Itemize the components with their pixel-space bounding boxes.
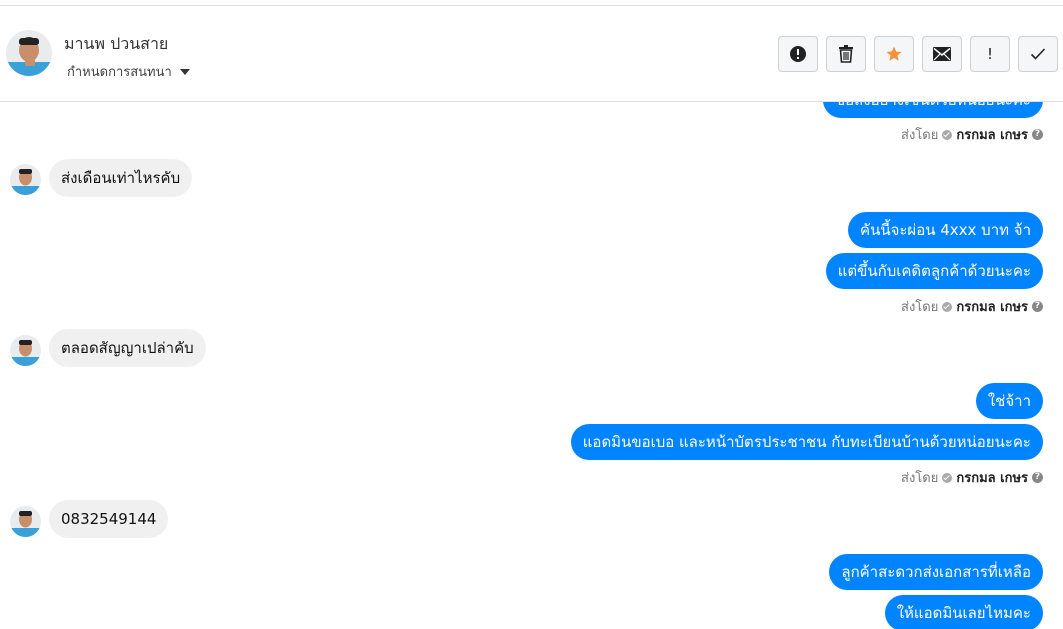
sent-by-info: ส่งโดย กรกมล เกษร ? — [901, 296, 1043, 317]
conversation-actions: ! — [778, 36, 1058, 72]
incoming-message: ส่งเดือนเท่าไหรคับ — [49, 159, 193, 197]
star-icon — [886, 46, 902, 61]
assign-label: กำหนดการสนทนา — [67, 65, 172, 80]
conversation-header: มานพ ปวนสาย กำหนดการสนทนา ! — [0, 6, 1063, 102]
mark-unread-button[interactable] — [922, 36, 962, 72]
trash-icon — [839, 45, 853, 63]
help-icon[interactable]: ? — [1032, 472, 1043, 483]
incoming-message: 0832549144 — [49, 500, 169, 538]
report-button[interactable] — [778, 36, 818, 72]
sent-by-info: ส่งโดย กรกมล เกษร ? — [901, 467, 1043, 488]
sent-by-info: ส่งโดย กรกมล เกษร ? — [901, 124, 1043, 145]
check-circle-icon — [942, 472, 953, 483]
help-icon[interactable]: ? — [1032, 301, 1043, 312]
outgoing-message: ให้แอดมินเลยไหมคะ — [884, 595, 1043, 629]
incoming-message: ตลอดสัญญาเปล่าคับ — [49, 329, 206, 367]
caret-down-icon — [179, 68, 190, 75]
sender-name[interactable]: กรกมล เกษร — [956, 467, 1028, 488]
envelope-icon — [933, 47, 951, 61]
mark-done-button[interactable] — [1018, 36, 1058, 72]
star-button[interactable] — [874, 36, 914, 72]
contact-avatar-small — [10, 506, 41, 537]
sender-name[interactable]: กรกมล เกษร — [956, 296, 1028, 317]
sent-by-prefix: ส่งโดย — [901, 471, 939, 486]
assign-conversation-dropdown[interactable]: กำหนดการสนทนา — [67, 61, 190, 82]
sender-name[interactable]: กรกมล เกษร — [956, 124, 1028, 145]
help-icon[interactable]: ? — [1032, 129, 1043, 140]
contact-name: มานพ ปวนสาย — [64, 34, 169, 53]
sent-by-prefix: ส่งโดย — [901, 128, 939, 143]
checkmark-icon — [1030, 48, 1046, 60]
follow-up-button[interactable]: ! — [970, 36, 1010, 72]
message-thread: ขอส่งอย่างเช่นด้วยหน่อยนะคะ ส่งโดย กรกมล… — [0, 102, 1063, 629]
contact-avatar-small — [10, 335, 41, 366]
alert-circle-icon — [790, 46, 806, 62]
exclamation-icon: ! — [986, 45, 993, 63]
delete-button[interactable] — [826, 36, 866, 72]
contact-avatar[interactable] — [6, 30, 52, 76]
outgoing-message: ลูกค้าสะดวกส่งเอกสารที่เหลือ — [829, 554, 1043, 590]
outgoing-message: คันนี้จะผ่อน 4xxx บาท จ้า — [848, 212, 1043, 248]
outgoing-message: ใช่จ้าา — [975, 383, 1043, 419]
outgoing-message: แอดมินขอเบอ และหน้าบัตรประชาชน กับทะเบีย… — [570, 424, 1043, 460]
sent-by-prefix: ส่งโดย — [901, 300, 939, 315]
check-circle-icon — [942, 129, 953, 140]
check-circle-icon — [942, 301, 953, 312]
outgoing-message: แต่ขึ้นกับเคดิตลูกค้าด้วยนะคะ — [825, 253, 1043, 289]
contact-avatar-small — [10, 164, 41, 195]
outgoing-message: ขอส่งอย่างเช่นด้วยหน่อยนะคะ — [822, 102, 1043, 118]
